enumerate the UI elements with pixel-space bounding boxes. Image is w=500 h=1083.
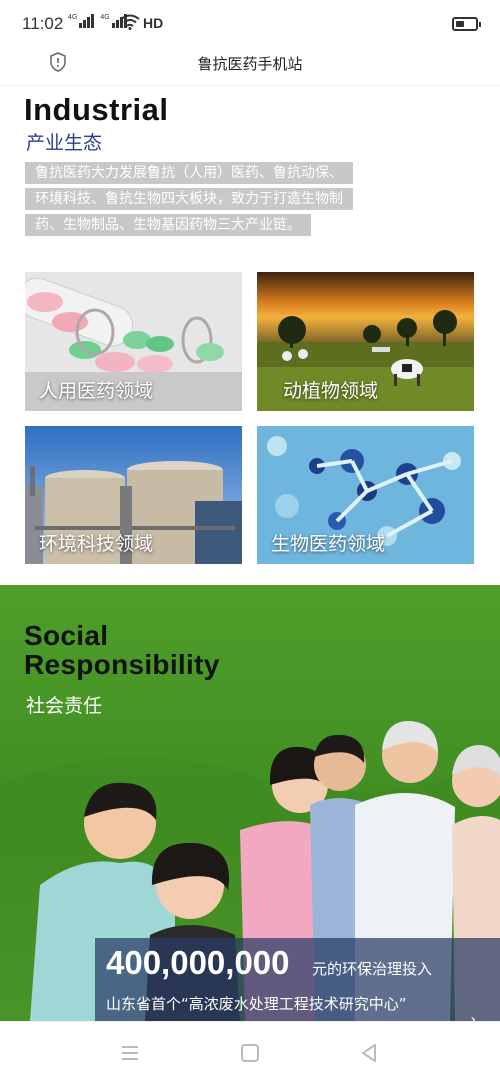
description-line: 药、生物制品、生物基因药物三大产业链。 bbox=[25, 214, 311, 236]
signal-icon: 4G bbox=[68, 14, 95, 28]
tile-label: 动植物领域 bbox=[283, 380, 379, 402]
tile-label: 生物医药领域 bbox=[271, 533, 386, 555]
social-responsibility-section: Social Responsibility 社会责任 400,000,000 元… bbox=[0, 585, 500, 1021]
system-nav-bar bbox=[0, 1021, 500, 1083]
battery-icon bbox=[452, 17, 481, 31]
stat-description: 山东省首个“高浓废水处理工程技术研究中心” bbox=[106, 995, 407, 1013]
wifi-icon bbox=[120, 14, 140, 30]
tile-label: 人用医药领域 bbox=[39, 380, 154, 402]
battery-level bbox=[456, 21, 464, 27]
title-line: Responsibility bbox=[24, 649, 220, 680]
industrial-section: Industrial 产业生态 鲁抗医药大力发展鲁抗（人用）医药、鲁抗动保、 环… bbox=[0, 86, 500, 583]
section-title-cn: 产业生态 bbox=[26, 132, 103, 154]
status-time: 11:02 bbox=[22, 14, 64, 33]
network-type-label: 4G bbox=[100, 14, 110, 21]
stat-number: 400,000,000 bbox=[106, 944, 290, 981]
title-line: Social bbox=[24, 620, 109, 651]
menu-icon[interactable] bbox=[119, 1042, 141, 1064]
signal-indicators: 4G 4G bbox=[68, 14, 127, 28]
tile-environment-tech[interactable]: 环境科技领域 bbox=[25, 426, 242, 564]
environmental-stat-card[interactable]: 400,000,000 元的环保治理投入 山东省首个“高浓废水处理工程技术研究中… bbox=[95, 938, 500, 1021]
section-title-cn: 社会责任 bbox=[26, 695, 103, 717]
hd-label: HD bbox=[143, 15, 164, 31]
description-line: 环境科技、鲁抗生物四大板块，致力于打造生物制 bbox=[25, 188, 353, 210]
page-title: 鲁抗医药手机站 bbox=[197, 55, 303, 73]
chevron-right-icon: › bbox=[470, 1012, 476, 1021]
tile-animal-plant[interactable]: 动植物领域 bbox=[257, 272, 474, 411]
status-bar: 11:02 4G 4G HD bbox=[0, 0, 500, 46]
section-title-en: Social Responsibility bbox=[24, 621, 220, 679]
tile-human-medicine[interactable]: 人用医药领域 bbox=[25, 272, 242, 411]
section-description: 鲁抗医药大力发展鲁抗（人用）医药、鲁抗动保、 环境科技、鲁抗生物四大板块，致力于… bbox=[25, 162, 415, 240]
description-line: 鲁抗医药大力发展鲁抗（人用）医药、鲁抗动保、 bbox=[25, 162, 353, 184]
stat-unit: 元的环保治理投入 bbox=[312, 960, 433, 978]
back-icon[interactable] bbox=[358, 1042, 380, 1064]
tile-biomedicine[interactable]: 生物医药领域 bbox=[257, 426, 474, 564]
section-title-en: Industrial bbox=[24, 92, 169, 127]
browser-title-bar: 鲁抗医药手机站 bbox=[0, 46, 500, 86]
network-type-label: 4G bbox=[68, 14, 78, 21]
tile-label: 环境科技领域 bbox=[39, 533, 154, 555]
home-icon[interactable] bbox=[239, 1042, 261, 1064]
